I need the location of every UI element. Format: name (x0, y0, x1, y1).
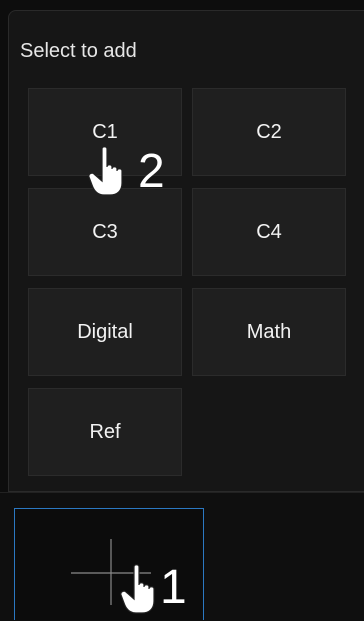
tile-c3[interactable]: C3 (28, 188, 182, 276)
tile-label: Math (246, 320, 292, 343)
tile-label: C1 (92, 120, 118, 143)
tile-c2[interactable]: C2 (192, 88, 346, 176)
hand-pointer-icon (88, 146, 123, 196)
tile-label: C4 (256, 220, 282, 243)
tile-digital[interactable]: Digital (28, 288, 182, 376)
tile-math[interactable]: Math (192, 288, 346, 376)
panel-title: Select to add (20, 40, 137, 62)
tile-c4[interactable]: C4 (192, 188, 346, 276)
tile-label: Digital (77, 320, 133, 343)
tile-label: C3 (92, 220, 118, 243)
tile-label: C2 (256, 120, 282, 143)
tile-ref[interactable]: Ref (28, 388, 182, 476)
step-2-label: 2 (138, 145, 165, 198)
step-1-label: 1 (160, 561, 187, 614)
tile-label: Ref (89, 420, 121, 443)
